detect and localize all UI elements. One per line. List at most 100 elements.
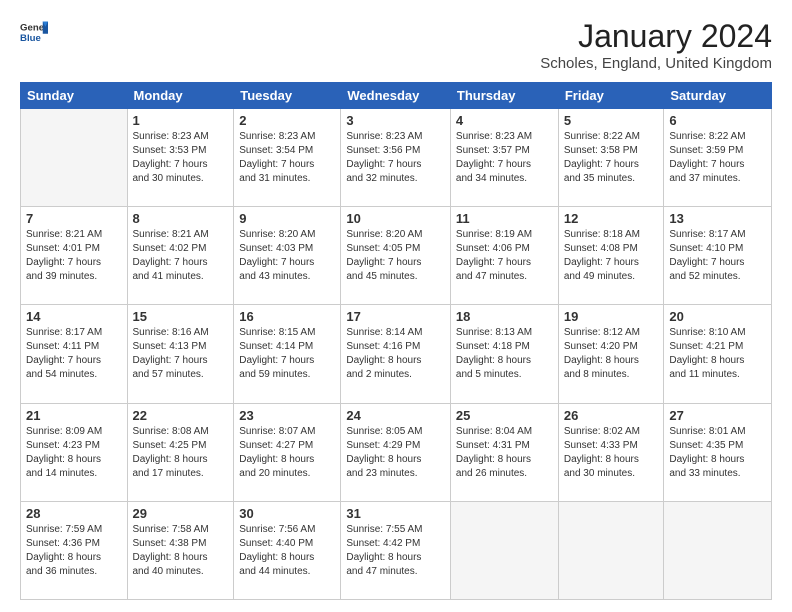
cell-line: Sunrise: 8:23 AM [346,130,445,144]
location: Scholes, England, United Kingdom [540,55,772,72]
cell-line: Sunrise: 8:14 AM [346,326,445,340]
table-cell: 22Sunrise: 8:08 AMSunset: 4:25 PMDayligh… [127,403,234,501]
header-row: Sunday Monday Tuesday Wednesday Thursday… [21,83,772,109]
table-cell: 18Sunrise: 8:13 AMSunset: 4:18 PMDayligh… [450,305,558,403]
cell-line: Daylight: 8 hours [133,551,229,565]
day-number: 18 [456,309,553,324]
cell-line: Daylight: 8 hours [669,453,766,467]
cell-line: Sunset: 3:54 PM [239,144,335,158]
cell-line: Sunrise: 8:23 AM [456,130,553,144]
cell-line: Sunrise: 8:22 AM [564,130,659,144]
cell-line: and 2 minutes. [346,368,445,382]
cell-line: and 44 minutes. [239,565,335,579]
table-cell: 3Sunrise: 8:23 AMSunset: 3:56 PMDaylight… [341,109,451,207]
cell-line: Sunrise: 8:21 AM [133,228,229,242]
day-number: 2 [239,113,335,128]
cell-line: Sunrise: 8:08 AM [133,425,229,439]
day-number: 30 [239,506,335,521]
cell-line: and 31 minutes. [239,172,335,186]
cell-line: and 57 minutes. [133,368,229,382]
day-number: 16 [239,309,335,324]
cell-line: Sunset: 3:53 PM [133,144,229,158]
cell-line: and 35 minutes. [564,172,659,186]
col-tuesday: Tuesday [234,83,341,109]
day-number: 15 [133,309,229,324]
day-number: 9 [239,211,335,226]
table-cell: 9Sunrise: 8:20 AMSunset: 4:03 PMDaylight… [234,207,341,305]
cell-line: and 36 minutes. [26,565,122,579]
table-cell [558,501,664,599]
table-cell: 11Sunrise: 8:19 AMSunset: 4:06 PMDayligh… [450,207,558,305]
calendar-row: 28Sunrise: 7:59 AMSunset: 4:36 PMDayligh… [21,501,772,599]
cell-line: Sunrise: 8:01 AM [669,425,766,439]
cell-line: Sunset: 4:20 PM [564,340,659,354]
cell-line: and 47 minutes. [346,565,445,579]
cell-line: Sunrise: 8:23 AM [239,130,335,144]
logo-icon: General Blue [20,18,48,46]
col-saturday: Saturday [664,83,772,109]
cell-line: Sunset: 4:08 PM [564,242,659,256]
cell-line: Sunrise: 8:15 AM [239,326,335,340]
cell-line: Sunset: 4:13 PM [133,340,229,354]
cell-line: Daylight: 7 hours [133,256,229,270]
cell-line: Daylight: 7 hours [456,158,553,172]
day-number: 28 [26,506,122,521]
cell-line: Sunset: 4:11 PM [26,340,122,354]
cell-line: Daylight: 7 hours [564,256,659,270]
day-number: 21 [26,408,122,423]
cell-line: Daylight: 8 hours [669,354,766,368]
calendar-row: 7Sunrise: 8:21 AMSunset: 4:01 PMDaylight… [21,207,772,305]
table-cell: 21Sunrise: 8:09 AMSunset: 4:23 PMDayligh… [21,403,128,501]
cell-line: Sunset: 4:23 PM [26,439,122,453]
cell-line: Sunset: 4:05 PM [346,242,445,256]
svg-text:Blue: Blue [20,33,41,44]
cell-line: Daylight: 7 hours [669,256,766,270]
col-sunday: Sunday [21,83,128,109]
day-number: 11 [456,211,553,226]
day-number: 1 [133,113,229,128]
cell-line: Daylight: 7 hours [239,354,335,368]
cell-line: Sunset: 4:25 PM [133,439,229,453]
cell-line: Daylight: 7 hours [346,158,445,172]
day-number: 13 [669,211,766,226]
cell-line: Sunrise: 7:55 AM [346,523,445,537]
cell-line: Sunset: 4:38 PM [133,537,229,551]
day-number: 27 [669,408,766,423]
cell-line: Sunrise: 8:04 AM [456,425,553,439]
cell-line: and 11 minutes. [669,368,766,382]
table-cell: 30Sunrise: 7:56 AMSunset: 4:40 PMDayligh… [234,501,341,599]
day-number: 14 [26,309,122,324]
cell-line: Daylight: 7 hours [456,256,553,270]
table-cell: 28Sunrise: 7:59 AMSunset: 4:36 PMDayligh… [21,501,128,599]
cell-line: Daylight: 7 hours [26,256,122,270]
calendar-body: 1 Sunrise: 8:23 AM Sunset: 3:53 PM Daylight… [21,109,772,600]
day-number: 20 [669,309,766,324]
table-cell: 2Sunrise: 8:23 AMSunset: 3:54 PMDaylight… [234,109,341,207]
cell-line: and 54 minutes. [26,368,122,382]
cell-line: Daylight: 7 hours [239,256,335,270]
cell-line: and 32 minutes. [346,172,445,186]
table-cell: 26Sunrise: 8:02 AMSunset: 4:33 PMDayligh… [558,403,664,501]
cell-line: and 59 minutes. [239,368,335,382]
cell-line: and 30 minutes. [564,467,659,481]
calendar-header: Sunday Monday Tuesday Wednesday Thursday… [21,83,772,109]
cell-line: Sunrise: 8:16 AM [133,326,229,340]
cell-line: Sunset: 4:33 PM [564,439,659,453]
day-number: 24 [346,408,445,423]
table-cell: 4Sunrise: 8:23 AMSunset: 3:57 PMDaylight… [450,109,558,207]
day-number: 5 [564,113,659,128]
table-cell: 20Sunrise: 8:10 AMSunset: 4:21 PMDayligh… [664,305,772,403]
cell-line: Sunset: 3:57 PM [456,144,553,158]
title-block: January 2024 Scholes, England, United Ki… [540,18,772,72]
cell-line: and 33 minutes. [669,467,766,481]
table-cell: 13Sunrise: 8:17 AMSunset: 4:10 PMDayligh… [664,207,772,305]
cell-line: Daylight: 8 hours [346,453,445,467]
cell-line: Sunset: 4:31 PM [456,439,553,453]
table-cell [21,109,128,207]
cell-line: Sunset: 4:02 PM [133,242,229,256]
cell-line: Sunset: 4:42 PM [346,537,445,551]
cell-line: Sunrise: 8:20 AM [346,228,445,242]
table-cell: 24Sunrise: 8:05 AMSunset: 4:29 PMDayligh… [341,403,451,501]
table-cell: 29Sunrise: 7:58 AMSunset: 4:38 PMDayligh… [127,501,234,599]
day-number: 3 [346,113,445,128]
